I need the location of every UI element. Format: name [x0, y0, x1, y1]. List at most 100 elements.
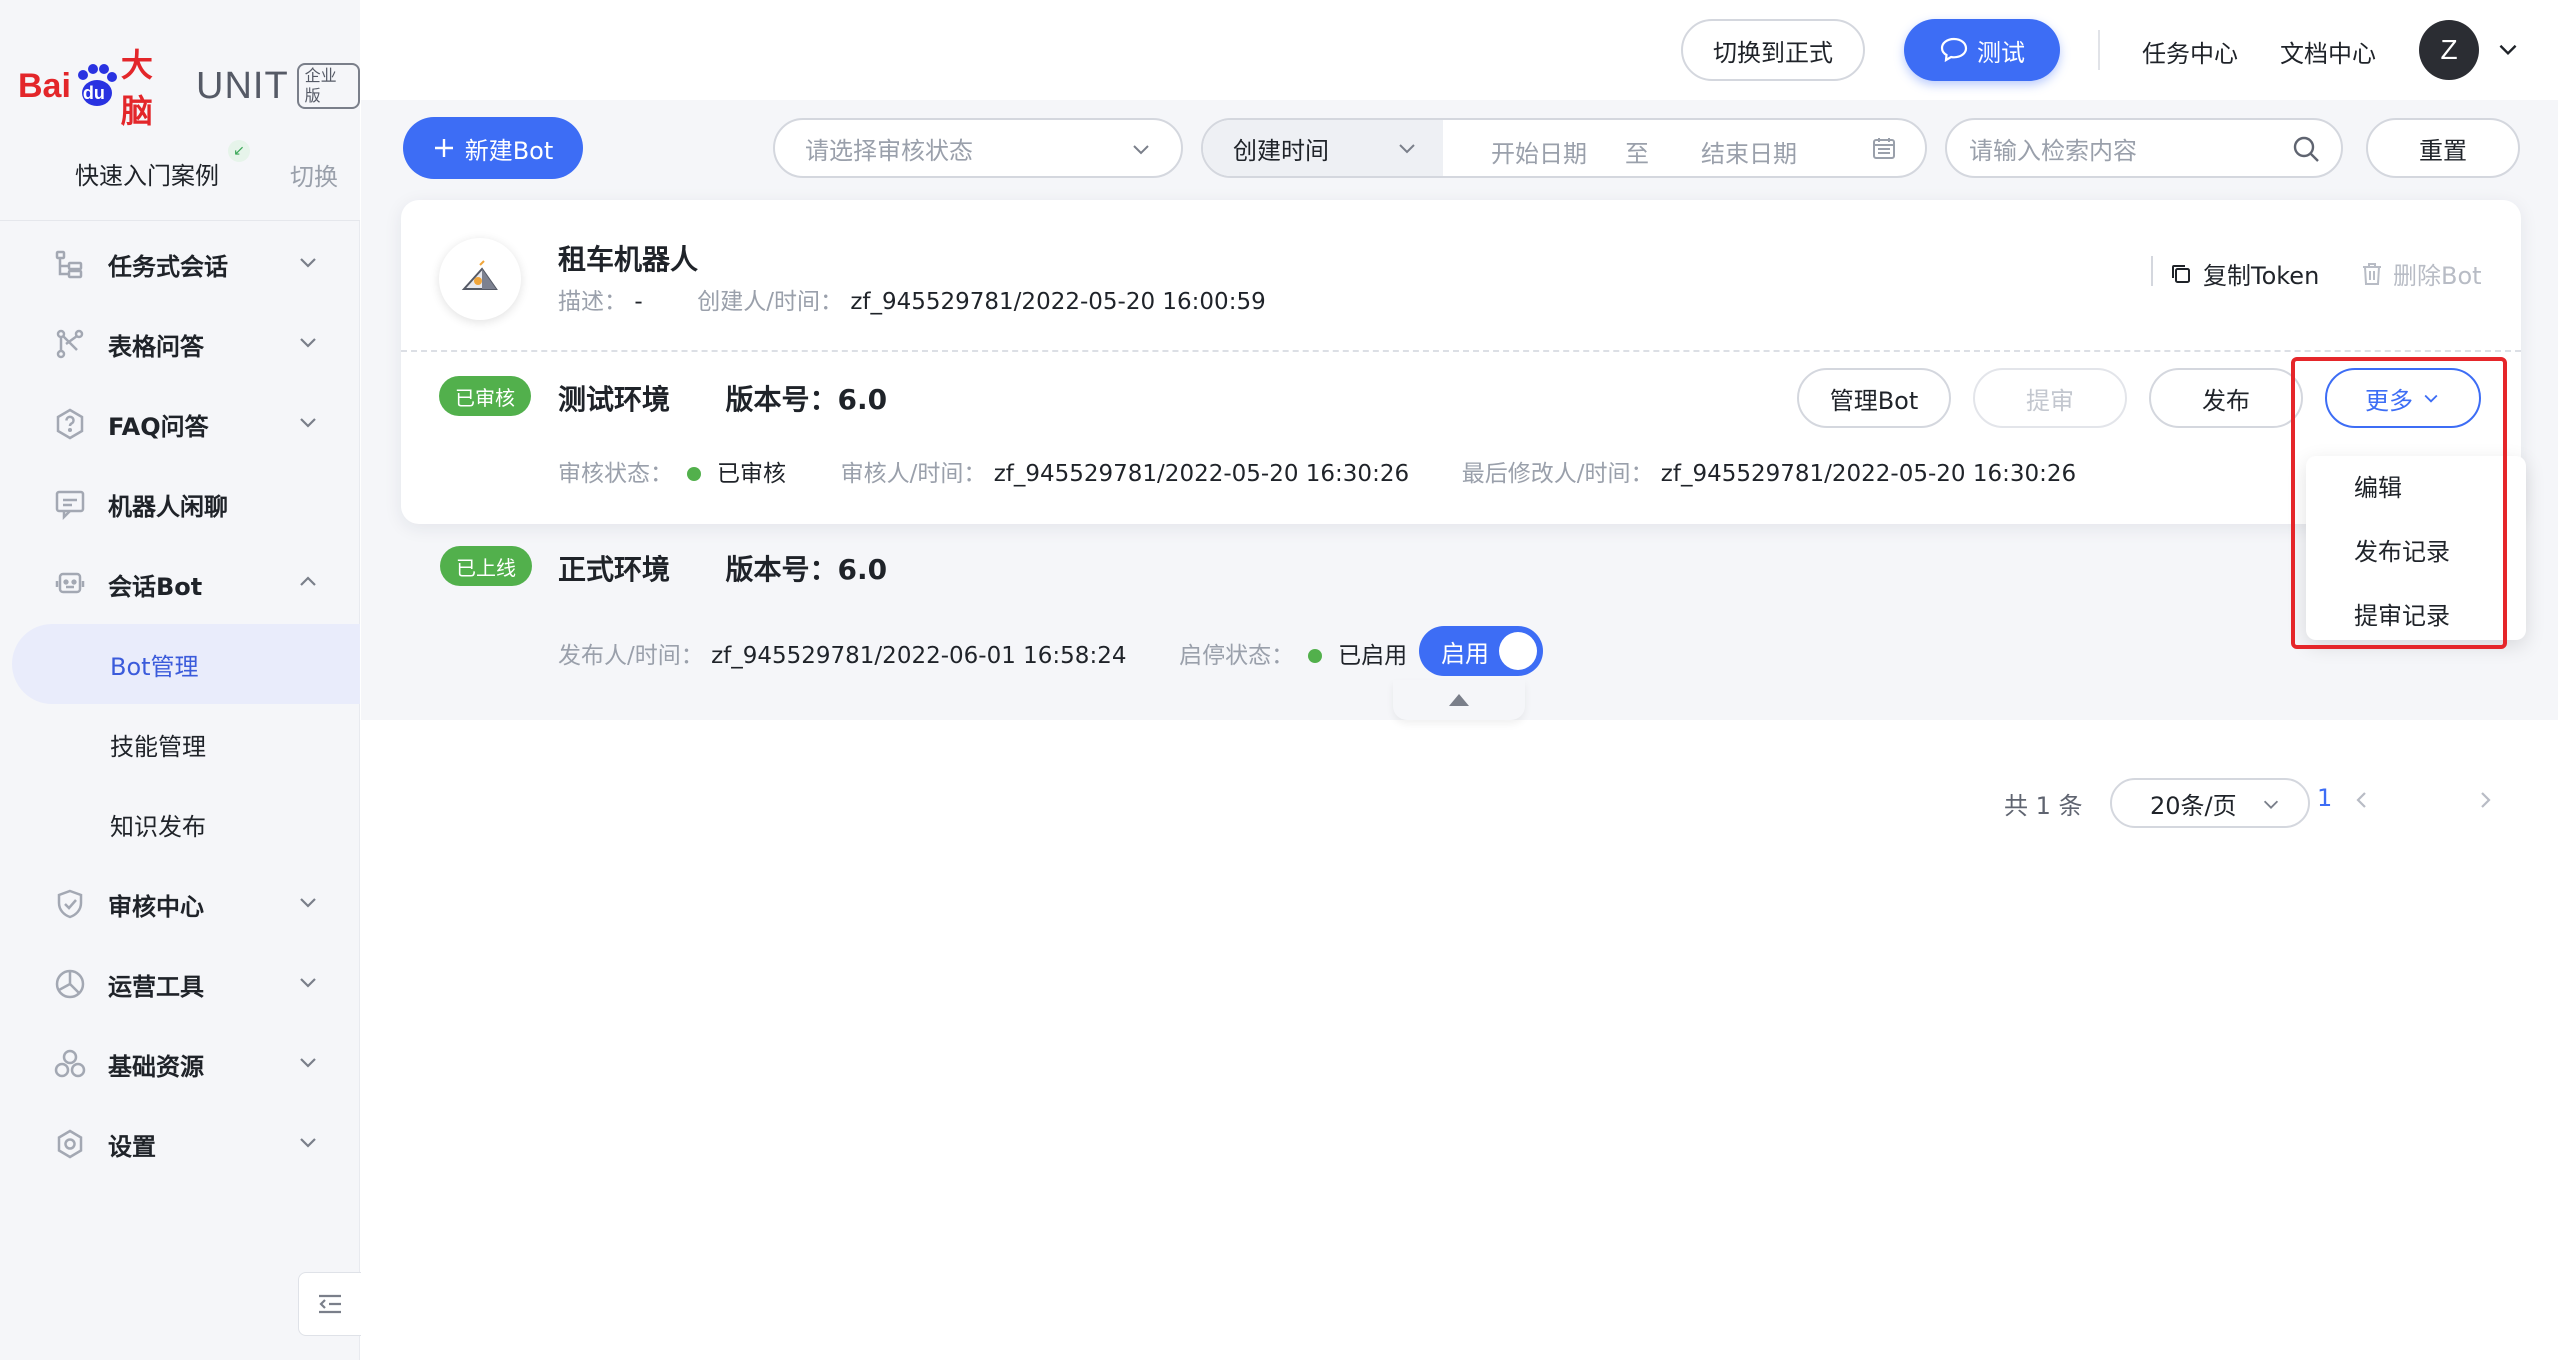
test-button-label: 测试 [1977, 38, 2025, 67]
switch-link[interactable]: 切换 [290, 157, 338, 192]
copy-token-button[interactable]: 复制Token [2169, 256, 2319, 291]
chat-icon [52, 486, 88, 522]
plus-icon [434, 139, 453, 157]
collapse-card-button[interactable] [1393, 680, 1525, 720]
toggle-knob [1499, 632, 1537, 670]
audit-status-select[interactable]: 请选择审核状态 [773, 118, 1183, 178]
reset-button[interactable]: 重置 [2366, 118, 2520, 178]
sidebar-item-audit-center[interactable]: 审核中心 [0, 864, 360, 944]
prev-page-icon[interactable] [2350, 788, 2374, 812]
sidebar-item-label: 基础资源 [108, 1052, 204, 1081]
submit-audit-button[interactable]: 提审 [1973, 368, 2127, 428]
shield-icon [52, 886, 88, 922]
date-range-filter: 创建时间 开始日期 至 结束日期 [1201, 118, 1927, 178]
page-number[interactable]: 1 [2317, 784, 2332, 812]
audited-tag: 已审核 [439, 376, 531, 416]
header-separator [2098, 30, 2100, 70]
sidebar-item-chitchat[interactable]: 机器人闲聊 [0, 464, 360, 544]
chevron-up-icon [300, 576, 316, 586]
test-env-title: 测试环境 版本号：6.0 [558, 378, 887, 418]
bot-icon [52, 566, 88, 602]
audit-status-value: 已审核 [717, 461, 786, 487]
chevron-down-icon[interactable] [2495, 36, 2521, 62]
prod-env-title: 正式环境 版本号：6.0 [558, 548, 887, 588]
search-input[interactable]: 请输入检索内容 [1945, 118, 2343, 178]
prod-env-name: 正式环境 [558, 553, 671, 586]
baidu-unit-logo[interactable]: Bai du 大脑 UNIT 企业版 [18, 46, 360, 130]
modifier-value: zf_945529781/2022-05-20 16:30:26 [1660, 461, 2077, 487]
pagination-total: 共 1 条 [2004, 792, 2083, 820]
page-size-select[interactable]: 20条/页 [2110, 778, 2310, 828]
chat-bubble-icon [1940, 37, 1968, 63]
delete-bot-button[interactable]: 删除Bot [2361, 256, 2482, 291]
sidebar-item-base-resources[interactable]: 基础资源 [0, 1024, 360, 1104]
sidebar-item-label: 运营工具 [108, 972, 204, 1001]
bot-card-test-section: 租车机器人 描述： - 创建人/时间： zf_945529781/2022-05… [401, 200, 2521, 524]
task-center-link[interactable]: 任务中心 [2142, 34, 2238, 69]
audit-status-label: 审核状态： [558, 461, 673, 487]
sidebar-subitem-bot-management[interactable]: Bot管理 [12, 624, 360, 704]
sidebar-item-settings[interactable]: 设置 [0, 1104, 360, 1184]
start-date-input[interactable]: 开始日期 [1491, 134, 1587, 169]
sidebar-item-label: 机器人闲聊 [108, 492, 228, 521]
user-avatar[interactable]: Z [2419, 20, 2479, 80]
next-page-icon[interactable] [2473, 788, 2497, 812]
chevron-down-icon [300, 1138, 316, 1148]
test-env-version: 6.0 [837, 383, 888, 416]
switch-to-formal-button[interactable]: 切换到正式 [1681, 19, 1865, 81]
manage-bot-button[interactable]: 管理Bot [1797, 368, 1951, 428]
filter-toolbar: 新建Bot 请选择审核状态 创建时间 开始日期 至 结束日期 请输入检索内容 重… [361, 100, 2558, 200]
actions-separator [2151, 256, 2153, 286]
sidebar-item-table-qa[interactable]: 表格问答 [0, 304, 360, 384]
test-button[interactable]: 测试 [1904, 19, 2060, 81]
chevron-down-icon [300, 418, 316, 428]
status-dot [1308, 648, 1323, 663]
publisher-label: 发布人/时间： [558, 643, 704, 669]
quick-start-link[interactable]: 快速入门案例 [75, 156, 219, 191]
end-date-input[interactable]: 结束日期 [1701, 134, 1797, 169]
status-dot [687, 466, 701, 481]
bot-logo-icon [461, 260, 498, 290]
resource-icon [52, 1046, 88, 1082]
trash-icon [2363, 262, 2381, 285]
sidebar-item-label: 会话Bot [108, 572, 203, 601]
sidebar-item-dialog-bot[interactable]: 会话Bot [0, 544, 360, 624]
sidebar-item-task-dialog[interactable]: 任务式会话 [0, 224, 360, 304]
top-header: 切换到正式 测试 任务中心 文档中心 Z [361, 0, 2558, 100]
prod-env-version-label: 版本号： [725, 553, 838, 586]
logo-du: du [82, 83, 105, 103]
bot-avatar [439, 238, 521, 320]
date-type-select[interactable]: 创建时间 [1203, 120, 1443, 176]
chevron-down-icon [300, 338, 316, 348]
sidebar-item-ops-tools[interactable]: 运营工具 [0, 944, 360, 1024]
sidebar-item-label: 表格问答 [108, 332, 204, 361]
test-env-name: 测试环境 [558, 383, 671, 416]
logo-unit: UNIT [196, 64, 289, 107]
main-content: 新建Bot 请选择审核状态 创建时间 开始日期 至 结束日期 请输入检索内容 重… [361, 100, 2558, 1360]
sidebar-item-label: 审核中心 [108, 892, 204, 921]
publish-button[interactable]: 发布 [2149, 368, 2303, 428]
run-status-value: 已启用 [1338, 643, 1408, 669]
doc-center-link[interactable]: 文档中心 [2280, 34, 2376, 69]
table-qa-icon [52, 326, 88, 362]
new-bot-button[interactable]: 新建Bot [403, 117, 583, 179]
search-icon[interactable] [2291, 134, 2321, 164]
chevron-down-icon [300, 898, 316, 908]
sidebar-subitem-knowledge-publish[interactable]: 知识发布 [0, 784, 360, 864]
collapse-sidebar-button[interactable] [298, 1272, 362, 1336]
collapse-icon [319, 1294, 341, 1314]
edition-badge: 企业版 [296, 63, 360, 109]
chevron-down-icon [300, 258, 316, 268]
chevron-down-icon [300, 978, 316, 988]
date-range-separator: 至 [1625, 140, 1649, 168]
desc-label: 描述： [558, 289, 627, 315]
chevron-down-icon [1399, 144, 1415, 154]
modifier-label: 最后修改人/时间： [1461, 461, 1654, 487]
calendar-icon[interactable] [1871, 135, 1897, 161]
enable-toggle[interactable]: 启用 [1419, 626, 1543, 676]
bot-meta: 描述： - 创建人/时间： zf_945529781/2022-05-20 16… [558, 282, 1266, 316]
sidebar-subitem-skill-management[interactable]: 技能管理 [0, 704, 360, 784]
sidebar-item-faq[interactable]: FAQ问答 [0, 384, 360, 464]
chevron-down-icon [300, 1058, 316, 1068]
creator-value: zf_945529781/2022-05-20 16:00:59 [850, 289, 1266, 315]
